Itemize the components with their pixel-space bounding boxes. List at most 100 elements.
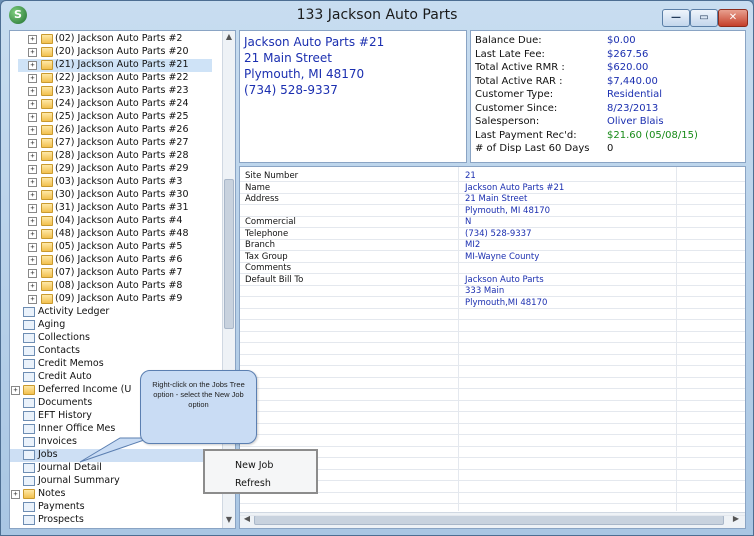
tree-item[interactable]: + (22) Jackson Auto Parts #22 [18, 72, 212, 85]
expand-icon[interactable]: + [28, 243, 37, 252]
expand-icon[interactable]: + [28, 74, 37, 83]
maximize-button[interactable]: ▭ [690, 9, 718, 27]
tree-item[interactable]: Payments [10, 501, 205, 514]
tree-item-label: Invoices [38, 436, 77, 447]
tree-item[interactable]: Jobs [10, 449, 205, 462]
close-button[interactable]: ✕ [718, 9, 748, 27]
tree-item[interactable]: + (23) Jackson Auto Parts #23 [18, 85, 212, 98]
expand-icon[interactable]: + [28, 61, 37, 70]
grid-row-line [240, 261, 745, 263]
tree-item[interactable]: + (30) Jackson Auto Parts #30 [18, 189, 212, 202]
expand-icon[interactable]: + [28, 139, 37, 148]
folder-icon [41, 112, 53, 122]
tree-item[interactable]: + (48) Jackson Auto Parts #48 [18, 228, 212, 241]
tree-item[interactable]: + (04) Jackson Auto Parts #4 [18, 215, 212, 228]
address-phone: (734) 528-9337 [244, 83, 338, 97]
tree-item[interactable]: + (02) Jackson Auto Parts #2 [18, 33, 212, 46]
account-field-label: Salesperson: [475, 116, 540, 127]
document-icon [23, 333, 35, 343]
expand-icon[interactable]: + [28, 152, 37, 161]
document-icon [23, 320, 35, 330]
detail-field-value: MI-Wayne County [465, 251, 540, 262]
tree-item[interactable]: + (31) Jackson Auto Parts #31 [18, 202, 212, 215]
tree-item[interactable]: Aging [10, 319, 205, 332]
minimize-button[interactable]: — [662, 9, 690, 27]
tree-item[interactable]: + (08) Jackson Auto Parts #8 [18, 280, 212, 293]
menu-item-new-job[interactable]: New Job [235, 460, 273, 471]
expand-icon[interactable]: + [28, 217, 37, 226]
expand-icon[interactable]: + [28, 113, 37, 122]
tree-item[interactable]: + (28) Jackson Auto Parts #28 [18, 150, 212, 163]
tree-item[interactable]: + (05) Jackson Auto Parts #5 [18, 241, 212, 254]
document-icon [23, 346, 35, 356]
account-field-label: Total Active RAR : [475, 75, 563, 87]
expand-icon[interactable]: + [28, 35, 37, 44]
tree-item[interactable]: + (24) Jackson Auto Parts #24 [18, 98, 212, 111]
document-icon [23, 307, 35, 317]
tree-item[interactable]: + (03) Jackson Auto Parts #3 [18, 176, 212, 189]
expand-icon[interactable]: + [11, 386, 20, 395]
expand-icon[interactable]: + [28, 269, 37, 278]
detail-field-label: Default Bill To [245, 274, 304, 285]
tree-item[interactable]: + (06) Jackson Auto Parts #6 [18, 254, 212, 267]
tree-item[interactable]: Journal Detail [10, 462, 205, 475]
folder-icon [41, 216, 53, 226]
tree-item-label: (07) Jackson Auto Parts #7 [55, 267, 183, 278]
expand-icon[interactable]: + [28, 191, 37, 200]
tree-item-label: (06) Jackson Auto Parts #6 [55, 254, 183, 265]
tree-item[interactable]: + (27) Jackson Auto Parts #27 [18, 137, 212, 150]
scroll-up-arrow-icon[interactable]: ▲ [223, 32, 235, 44]
expand-icon[interactable]: + [28, 48, 37, 57]
expand-icon[interactable]: + [28, 282, 37, 291]
expand-icon[interactable]: + [28, 295, 37, 304]
tree-item[interactable]: + (07) Jackson Auto Parts #7 [18, 267, 212, 280]
detail-field-label: Site Number [245, 171, 299, 181]
tree-item[interactable]: + (29) Jackson Auto Parts #29 [18, 163, 212, 176]
scroll-thumb[interactable] [254, 515, 724, 525]
account-field-value: $620.00 [607, 62, 649, 73]
address-panel: Jackson Auto Parts #21 21 Main Street Pl… [239, 30, 467, 163]
tree-item[interactable]: Journal Summary [10, 475, 205, 488]
expand-icon[interactable]: + [28, 165, 37, 174]
tree-item[interactable]: + (09) Jackson Auto Parts #9 [18, 293, 212, 306]
tree-item[interactable]: Contacts [10, 345, 205, 358]
tree-item[interactable]: Collections [10, 332, 205, 345]
menu-item-refresh[interactable]: Refresh [235, 478, 271, 489]
account-field-label: Last Late Fee: [475, 48, 545, 60]
tree-item[interactable]: + (21) Jackson Auto Parts #21 [18, 59, 212, 72]
expand-icon[interactable]: + [28, 178, 37, 187]
tree-item[interactable]: + Notes [10, 488, 205, 501]
title-bar[interactable]: S 133 Jackson Auto Parts — ▭ ✕ [1, 1, 753, 29]
tree-item[interactable]: + (20) Jackson Auto Parts #20 [18, 46, 212, 59]
context-menu: New Job Refresh [203, 449, 318, 494]
detail-field-label: Telephone [245, 228, 289, 239]
scroll-thumb[interactable] [224, 179, 234, 329]
scroll-down-arrow-icon[interactable]: ▼ [223, 515, 235, 527]
grid-row-line [240, 422, 745, 424]
detail-field-label: Commercial [245, 217, 296, 227]
expand-icon[interactable]: + [28, 87, 37, 96]
expand-icon[interactable]: + [28, 256, 37, 265]
account-field-value: Oliver Blais [607, 116, 664, 127]
expand-icon[interactable]: + [28, 100, 37, 109]
tree-item[interactable]: + (25) Jackson Auto Parts #25 [18, 111, 212, 124]
tree-item-label: (08) Jackson Auto Parts #8 [55, 280, 183, 291]
folder-icon [41, 47, 53, 57]
expand-icon[interactable]: + [28, 126, 37, 135]
expand-icon[interactable]: + [28, 230, 37, 239]
tree-item[interactable]: + (26) Jackson Auto Parts #26 [18, 124, 212, 137]
tree-item-label: (29) Jackson Auto Parts #29 [55, 163, 189, 174]
grid-column-divider [676, 167, 677, 511]
folder-icon [41, 294, 53, 304]
tree-item-label: Collections [38, 332, 90, 343]
expand-icon[interactable]: + [28, 204, 37, 213]
grid-row-line [240, 353, 745, 355]
detail-field-value: Plymouth,MI 48170 [465, 297, 548, 308]
tree-item[interactable]: Prospects [10, 514, 205, 527]
account-field-value: $0.00 [607, 35, 636, 46]
expand-icon[interactable]: + [11, 490, 20, 499]
tree-item[interactable]: Activity Ledger [10, 306, 205, 319]
account-summary-panel: Balance Due: $0.00 Last Late Fee: $267.56 To… [470, 30, 746, 163]
account-field-value: Residential [607, 89, 663, 100]
folder-icon [41, 203, 53, 213]
